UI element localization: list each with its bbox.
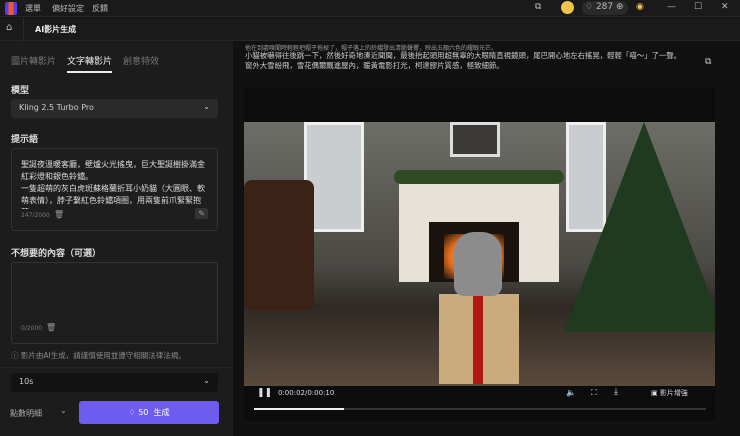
negative-label: 不想要的內容（可選） <box>11 249 102 259</box>
info-icon: ⓘ <box>11 351 19 360</box>
credits-count: 287 <box>595 2 614 12</box>
account-icon[interactable]: ◉ <box>636 2 644 12</box>
video-player[interactable]: ❚❚ 0:00:02/0:00:10 🔈 ⛶ ⤓ ▣ 影片增強 <box>244 88 715 421</box>
title-bar: 選單 偏好設定 反饋 ⧉ ♢ 287 ⊕ ◉ — ☐ ✕ <box>0 0 740 17</box>
ai-enhance-icon[interactable]: ✎ <box>195 208 208 219</box>
notice-text: 影片由AI生成，請謹慎使用並遵守相關法律法規。 <box>20 351 186 360</box>
download-icon[interactable]: ⤓ <box>614 387 618 397</box>
result-line: 他在到處嗅聞時輕輕把帽子拖掉了，帽子落上的鈴鐺發出清脆聲響，映出五顏六色的耀眼光… <box>245 45 498 51</box>
app-logo <box>5 2 17 15</box>
model-select[interactable]: Kling 2.5 Turbo Pro ⌄ <box>11 99 218 118</box>
result-prompt: 他在到處嗅聞時輕輕把帽子拖掉了，帽子落上的鈴鐺發出清脆聲響，映出五顏六色的耀眼光… <box>245 44 705 71</box>
add-credits-icon[interactable]: ⊕ <box>616 2 624 12</box>
copy-icon[interactable]: ⧉ <box>705 57 711 67</box>
result-panel: 他在到處嗅聞時輕輕把帽子拖掉了，帽子落上的鈴鐺發出清脆聲響，映出五顏六色的耀眼光… <box>233 41 740 436</box>
maximize-button[interactable]: ☐ <box>694 2 702 12</box>
enhance-icon: ▣ <box>651 389 658 397</box>
pause-button[interactable]: ❚❚ <box>257 388 272 398</box>
tab-text-to-video[interactable]: 文字轉影片 <box>67 54 113 73</box>
header-bar: ⌂ AI影片生成 <box>0 18 740 41</box>
model-label: 模型 <box>11 86 30 96</box>
diamond-icon: ♢ <box>585 2 594 12</box>
fullscreen-icon[interactable]: ⛶ <box>591 388 597 398</box>
notice: ⓘ 影片由AI生成，請謹慎使用並遵守相關法律法規。 <box>11 350 226 361</box>
duration-value: 10s <box>19 377 34 386</box>
generate-cost: 50 <box>138 408 149 417</box>
chevron-down-icon: ⌄ <box>203 102 210 111</box>
home-icon[interactable]: ⌂ <box>6 22 12 33</box>
generate-label: 生成 <box>153 408 170 417</box>
menu-item-preferences[interactable]: 偏好設定 <box>52 3 84 14</box>
prompt-label: 提示語 <box>11 135 39 145</box>
prompt-input[interactable]: 聖誕夜溫暖客廳，壁爐火光搖曳，巨大聖誕樹掛滿金紅彩燈和銀色鈴鐺。 一隻超萌的灰白… <box>11 148 218 231</box>
page-title: AI影片生成 <box>35 25 77 34</box>
duration-select[interactable]: 10s ⌄ <box>11 373 218 392</box>
trash-icon[interactable]: 🗑 <box>46 323 56 332</box>
minimize-button[interactable]: — <box>667 2 676 12</box>
points-detail-toggle[interactable]: 點數明細 <box>10 408 42 419</box>
credits-badge[interactable]: ♢ 287 ⊕ <box>582 1 628 15</box>
close-button[interactable]: ✕ <box>721 2 729 12</box>
result-line: 窗外大雪紛飛，雪花偶爾飄進屋內，暖黃電影打光，柯達膠片質感，極致細節。 <box>245 61 504 70</box>
menu-item-feedback[interactable]: 反饋 <box>92 3 108 14</box>
model-value: Kling 2.5 Turbo Pro <box>19 103 94 112</box>
settings-panel: 圖片轉影片 文字轉影片 創意特效 模型 Kling 2.5 Turbo Pro ⌄… <box>0 41 233 436</box>
progress-bar[interactable] <box>254 408 706 410</box>
vip-icon[interactable] <box>561 1 574 14</box>
volume-icon[interactable]: 🔈 <box>566 388 576 397</box>
result-line: 小貓被嚇得往後跳一下，然後好奇地湊近聞聞，最後抬起頭用超無辜的大眼睛直視鏡頭，尾… <box>245 51 682 60</box>
trash-icon[interactable]: 🗑 <box>54 210 64 219</box>
video-frame <box>244 122 715 386</box>
diamond-icon: ♢ <box>128 408 136 417</box>
negative-input[interactable]: 0/2000 🗑 <box>11 262 218 344</box>
enhance-button[interactable]: ▣ 影片增強 <box>651 388 688 398</box>
progress-fill <box>254 408 345 410</box>
tab-image-to-video[interactable]: 圖片轉影片 <box>11 54 56 67</box>
chevron-down-icon: ⌄ <box>203 376 210 385</box>
negative-count: 0/2000 <box>21 325 43 332</box>
window-switch-icon[interactable]: ⧉ <box>535 2 541 12</box>
time-display: 0:00:02/0:00:10 <box>278 389 335 397</box>
prompt-count: 247/2000 <box>21 212 50 219</box>
generate-button[interactable]: ♢ 50 生成 <box>79 401 219 424</box>
chevron-down-icon[interactable]: ⌄ <box>60 406 67 415</box>
enhance-label: 影片增強 <box>659 389 688 397</box>
menu-item-menu[interactable]: 選單 <box>25 3 41 14</box>
tab-creative-effects[interactable]: 創意特效 <box>123 54 159 67</box>
prompt-text[interactable]: 聖誕夜溫暖客廳，壁爐火光搖曳，巨大聖誕樹掛滿金紅彩燈和銀色鈴鐺。 一隻超萌的灰白… <box>12 149 217 209</box>
